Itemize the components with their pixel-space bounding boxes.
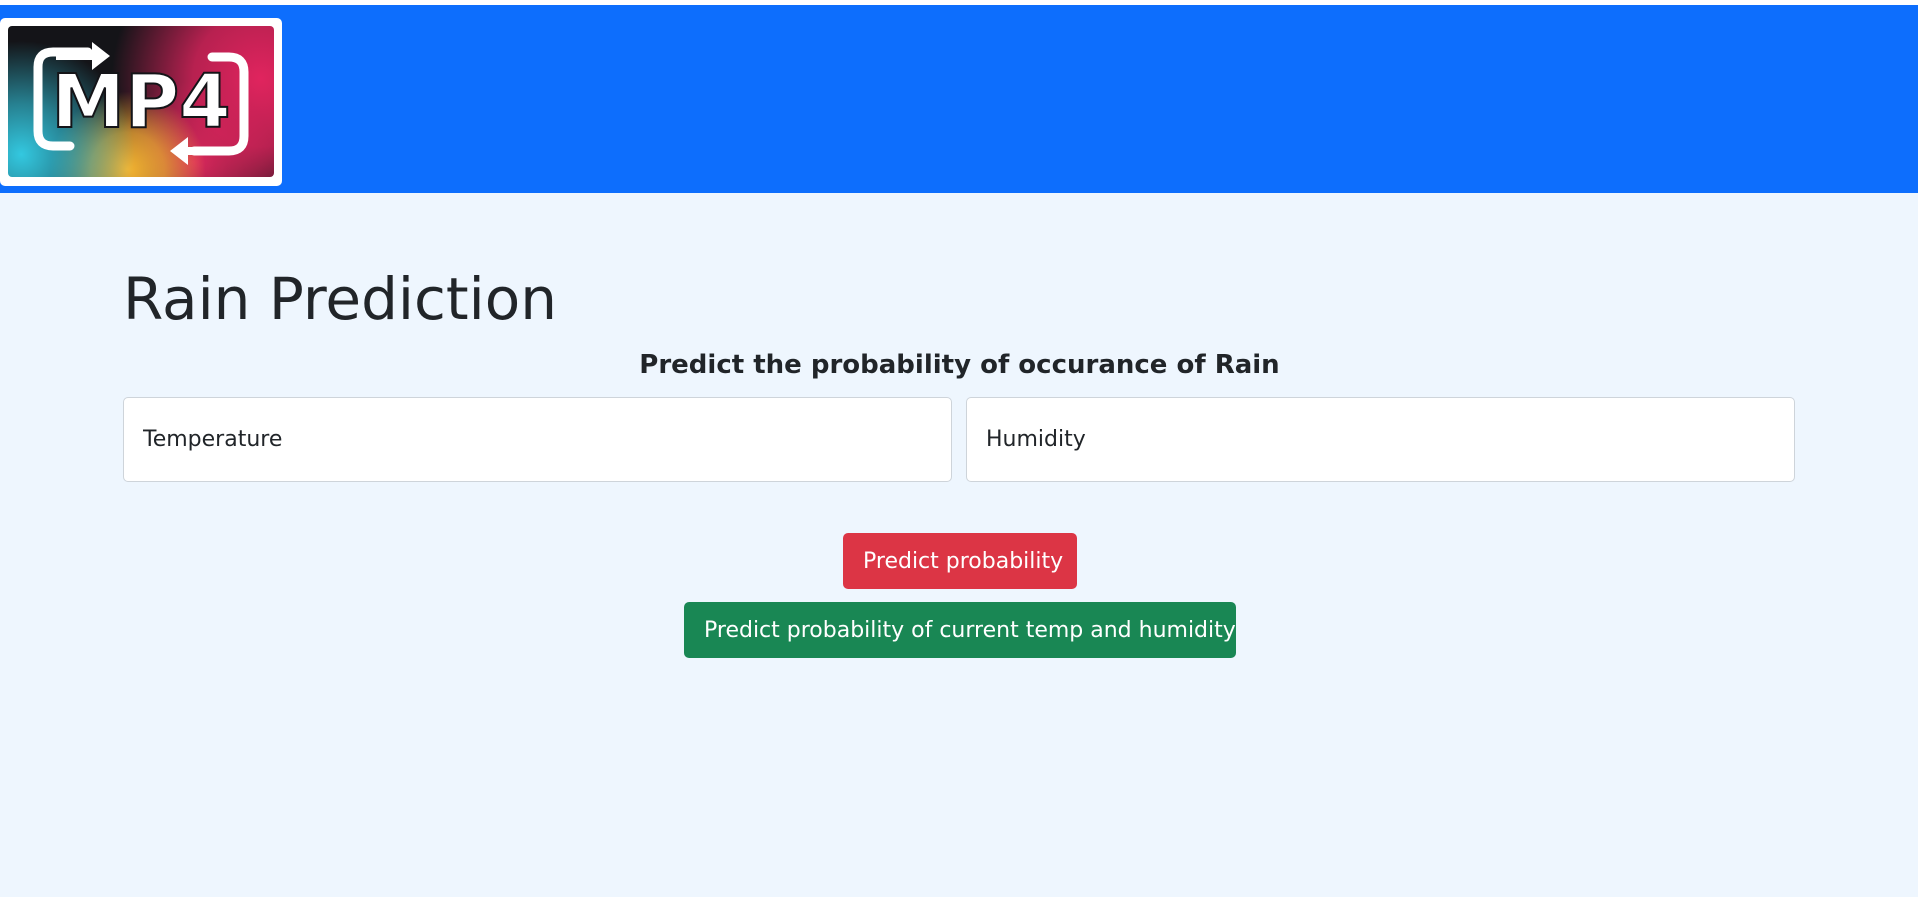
mp4-logo-icon: MP4 [8, 26, 274, 177]
predict-probability-button[interactable]: Predict probability [843, 533, 1077, 589]
logo-graphic: MP4 [33, 42, 249, 165]
logo-text: MP4 [51, 59, 230, 145]
temperature-input[interactable] [123, 397, 952, 482]
page-title: Rain Prediction [123, 265, 558, 333]
humidity-input[interactable] [966, 397, 1795, 482]
predict-current-button[interactable]: Predict probability of current temp and … [684, 602, 1236, 658]
navbar: MP4 [0, 5, 1918, 193]
logo-link[interactable]: MP4 [0, 18, 282, 186]
page-subtitle: Predict the probability of occurance of … [639, 350, 1280, 380]
